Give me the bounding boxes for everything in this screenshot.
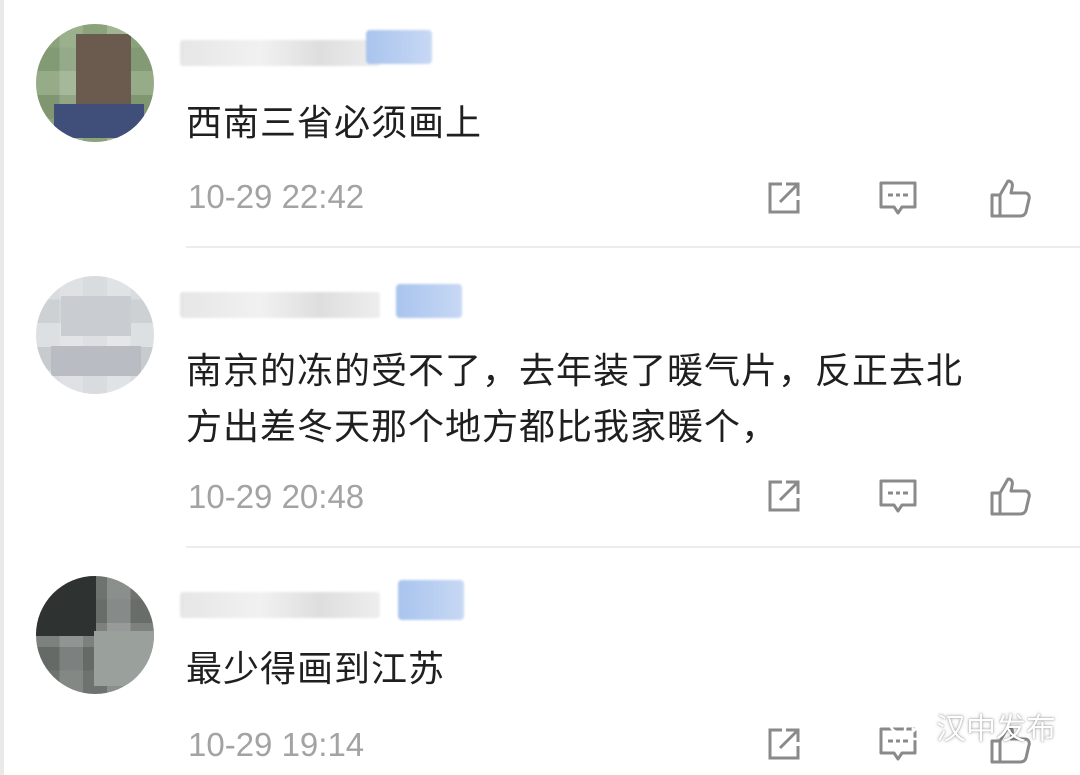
comment-time: 10-29 22:42 [188,178,365,215]
share-icon[interactable] [762,722,806,766]
avatar[interactable] [36,276,154,394]
comment-divider [186,546,1080,548]
share-icon[interactable] [762,176,806,220]
comment-actions [762,474,1042,520]
comment-time: 10-29 20:48 [188,478,365,515]
user-badge-blurred [396,284,462,318]
comment-text-line-2: 方出差冬天那个地方都比我家暖个， [186,407,779,448]
screen-edge [0,0,4,775]
comment-text: 最少得画到江苏 [186,649,446,690]
watermark-label: 汉中发布 [936,712,1056,747]
avatar[interactable] [36,24,154,142]
comment-actions [762,176,1042,222]
username-blurred[interactable] [180,40,380,66]
share-icon[interactable] [762,474,806,518]
username-blurred[interactable] [180,592,380,618]
comment-time: 10-29 19:14 [188,726,365,763]
user-badge-blurred [398,580,464,620]
wechat-icon [888,710,929,741]
source-watermark: 汉中发布 [888,706,1056,747]
comment-text-line-1: 南京的冻的受不了，去年装了暖气片，反正去北 [186,351,964,392]
user-badge-blurred [366,30,432,64]
comment-icon[interactable] [876,176,920,220]
username-blurred[interactable] [180,292,380,318]
comment-text: 西南三省必须画上 [186,103,483,144]
thumbs-up-icon[interactable] [988,474,1032,518]
comment-icon[interactable] [876,474,920,518]
thumbs-up-icon[interactable] [988,176,1032,220]
avatar[interactable] [36,576,154,694]
comment-divider [186,246,1080,248]
